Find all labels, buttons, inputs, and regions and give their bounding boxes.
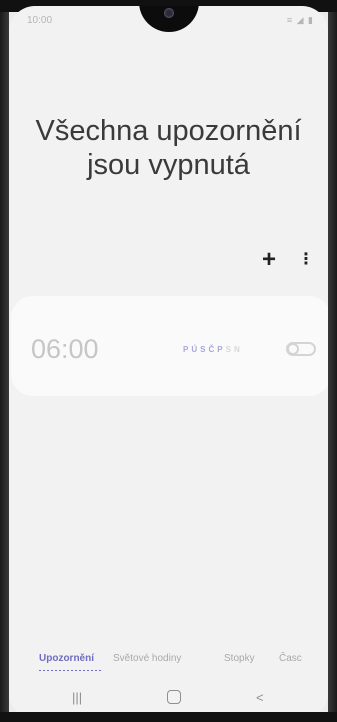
recents-button[interactable]: ||| xyxy=(72,691,82,704)
alarm-card[interactable]: 06:00 PÚSČPSN xyxy=(11,296,328,396)
bezel-left xyxy=(0,0,9,722)
alarm-toggle[interactable] xyxy=(286,342,316,356)
toggle-knob xyxy=(287,343,299,355)
screen: 10:00 ≡ ◢ ▮ Všechna upozornění jsou vypn… xyxy=(9,6,328,719)
alarm-days: PÚSČPSN xyxy=(183,345,243,354)
home-button[interactable] xyxy=(167,690,181,704)
status-icons: ≡ ◢ ▮ xyxy=(286,15,314,25)
page-title-line-1: Všechna upozornění xyxy=(35,115,302,147)
tab-timer[interactable]: Časc xyxy=(279,653,302,664)
alarm-day-6: N xyxy=(233,345,243,354)
tab-bar: Upozornění Světové hodiny Stopky Časc xyxy=(9,651,328,671)
phone-frame: 10:00 ≡ ◢ ▮ Všechna upozornění jsou vypn… xyxy=(0,0,337,722)
page-title: Všechna upozornění jsou vypnutá xyxy=(9,114,328,182)
add-alarm-icon[interactable]: + xyxy=(262,248,276,272)
camera-icon xyxy=(164,8,174,18)
tab-alarms[interactable]: Upozornění xyxy=(39,653,94,664)
toolbar: + ⋮ xyxy=(262,246,314,274)
status-time: 10:00 xyxy=(27,15,53,26)
bezel-right xyxy=(328,0,337,722)
alarm-time: 06:00 xyxy=(31,334,99,364)
alarm-day-5: S xyxy=(225,345,234,354)
alarm-day-3: Č xyxy=(208,345,218,354)
alarm-day-4: P xyxy=(217,345,226,354)
active-tab-indicator xyxy=(39,668,101,671)
alarm-day-1: Ú xyxy=(191,345,201,354)
more-options-icon[interactable]: ⋮ xyxy=(298,252,314,268)
tab-world-clock[interactable]: Světové hodiny xyxy=(113,653,181,664)
bezel-bottom xyxy=(0,712,337,722)
back-button[interactable]: < xyxy=(256,691,264,704)
tab-stopwatch[interactable]: Stopky xyxy=(224,653,255,664)
page-title-line-2: jsou vypnutá xyxy=(87,149,250,181)
